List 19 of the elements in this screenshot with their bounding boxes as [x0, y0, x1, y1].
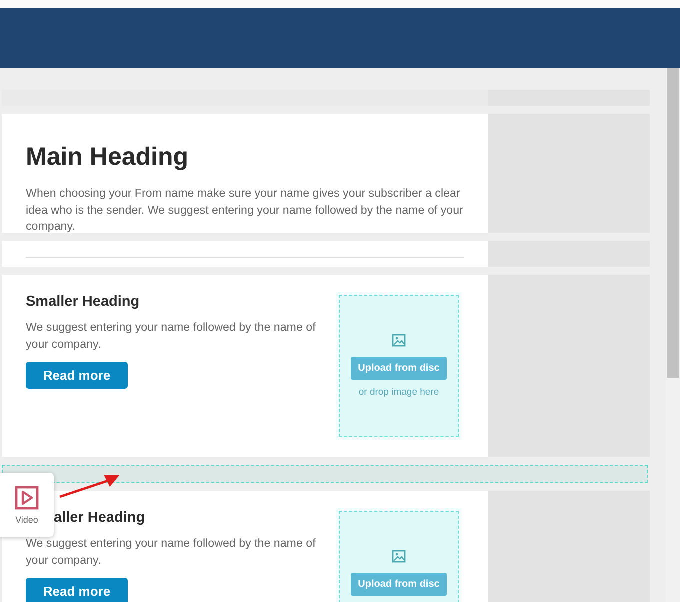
- main-heading: Main Heading: [26, 143, 190, 172]
- video-widget[interactable]: Video: [0, 473, 54, 537]
- play-icon: [15, 486, 39, 510]
- read-more-button[interactable]: Read more: [26, 578, 128, 602]
- image-icon: [392, 550, 406, 563]
- widget-label: Video: [16, 514, 38, 524]
- paragraph: We suggest entering your name followed by the name of your company.: [26, 320, 317, 352]
- drop-hint: or drop image here: [358, 387, 440, 398]
- sub-heading: aller Heading: [54, 510, 146, 526]
- image-icon: [392, 334, 406, 347]
- paragraph: When choosing your From name make sure your name gives your subscriber a clear idea who is the sender. We suggest entering your name followed by the name of your company.: [26, 186, 464, 235]
- upload-button[interactable]: Upload from disc: [351, 573, 447, 596]
- paragraph: We suggest entering your name followed by the name of your company.: [26, 536, 317, 568]
- sub-heading: Smaller Heading: [26, 294, 140, 310]
- upload-button[interactable]: Upload from disc: [351, 357, 447, 380]
- image-dropzone[interactable]: Upload from disc: [336, 508, 462, 602]
- scrollbar[interactable]: [666, 68, 680, 602]
- read-more-button[interactable]: Read more: [26, 362, 128, 389]
- image-dropzone[interactable]: Upload from disc or drop image here: [336, 292, 462, 440]
